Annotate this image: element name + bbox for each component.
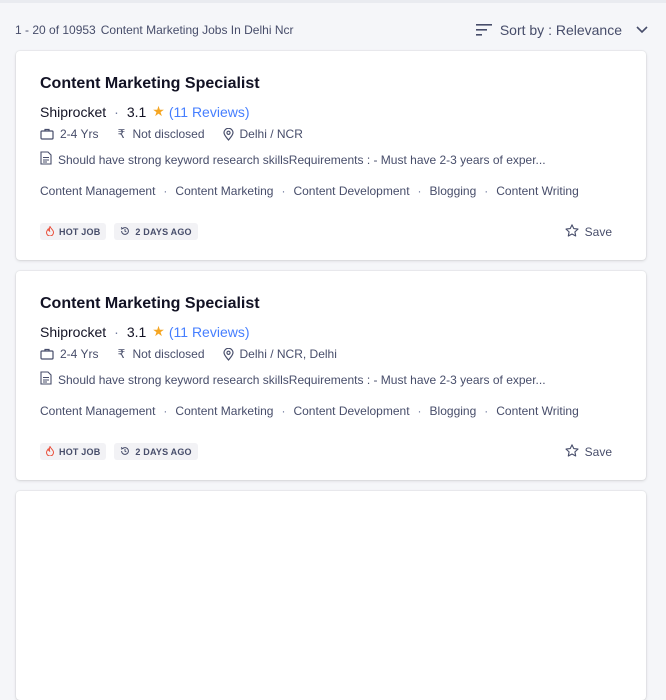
description-text: Should have strong keyword research skil… <box>58 152 546 167</box>
skill-tag: Content Marketing <box>175 184 274 198</box>
posted-label: 2 DAYS AGO <box>135 446 192 457</box>
skill-tag: Content Management <box>40 404 156 418</box>
separator-dot: · <box>114 103 119 120</box>
skill-tag: Content Management <box>40 184 156 198</box>
briefcase-icon <box>40 348 54 360</box>
skill-tags: Content Management · Content Marketing ·… <box>40 404 579 418</box>
posted-badge: 2 DAYS AGO <box>114 443 198 460</box>
tag-separator: · <box>163 184 168 198</box>
location: Delhi / NCR <box>222 127 303 141</box>
experience: 2-4 Yrs <box>40 127 98 141</box>
job-card[interactable] <box>16 491 646 700</box>
history-icon <box>120 226 130 238</box>
skill-tag: Blogging <box>429 184 477 198</box>
rupee-icon: ₹ <box>117 127 126 141</box>
company-rating: 3.1 <box>126 103 147 120</box>
document-icon <box>40 371 52 388</box>
hot-job-label: HOT JOB <box>59 226 101 237</box>
save-label: Save <box>584 225 612 239</box>
star-icon: ★ <box>152 323 165 339</box>
tag-separator: · <box>281 184 286 198</box>
flame-icon <box>45 224 55 238</box>
hot-job-badge: HOT JOB <box>40 223 107 240</box>
skill-tag: Content Development <box>293 184 410 198</box>
reviews-link[interactable]: (11 Reviews) <box>169 104 250 120</box>
star-icon: ★ <box>152 103 165 119</box>
company-name[interactable]: Shiprocket <box>40 104 106 120</box>
skill-tags: Content Management · Content Marketing ·… <box>40 184 579 198</box>
location-pin-icon <box>222 347 234 361</box>
company-row: Shiprocket · 3.1 ★ (11 Reviews) <box>40 103 250 120</box>
flame-icon <box>45 444 55 458</box>
job-title[interactable]: Content Marketing Specialist <box>40 75 260 93</box>
skill-tag: Content Marketing <box>175 404 274 418</box>
reviews-link[interactable]: (11 Reviews) <box>169 324 250 340</box>
company-name[interactable]: Shiprocket <box>40 324 106 340</box>
salary-value: Not disclosed <box>132 127 205 141</box>
sort-label: Sort by : Relevance <box>499 22 622 38</box>
job-title[interactable]: Content Marketing Specialist <box>40 295 260 313</box>
location-pin-icon <box>222 127 234 141</box>
job-card[interactable]: Content Marketing Specialist Shiprocket … <box>16 51 646 260</box>
results-query: Content Marketing Jobs In Delhi Ncr <box>100 23 294 37</box>
posted-badge: 2 DAYS AGO <box>114 223 198 240</box>
description-text: Should have strong keyword research skil… <box>58 372 546 387</box>
job-description: Should have strong keyword research skil… <box>40 151 546 168</box>
location: Delhi / NCR, Delhi <box>222 347 337 361</box>
sort-dropdown[interactable]: Sort by : Relevance <box>475 22 648 38</box>
document-icon <box>40 151 52 168</box>
briefcase-icon <box>40 128 54 140</box>
skill-tag: Content Development <box>293 404 410 418</box>
tag-separator: · <box>484 404 489 418</box>
job-card[interactable]: Content Marketing Specialist Shiprocket … <box>16 271 646 480</box>
job-badges: HOT JOB 2 DAYS AGO <box>40 443 198 460</box>
experience: 2-4 Yrs <box>40 347 98 361</box>
job-meta: 2-4 Yrs ₹ Not disclosed Delhi / NCR, Del… <box>40 347 355 361</box>
hot-job-badge: HOT JOB <box>40 443 107 460</box>
results-count: 1 - 20 of 10953 Content Marketing Jobs In… <box>15 23 293 37</box>
separator-dot: · <box>114 323 119 340</box>
chevron-down-icon <box>630 26 648 34</box>
company-row: Shiprocket · 3.1 ★ (11 Reviews) <box>40 323 250 340</box>
job-meta: 2-4 Yrs ₹ Not disclosed Delhi / NCR <box>40 127 321 141</box>
star-outline-icon <box>565 444 579 460</box>
location-value: Delhi / NCR, Delhi <box>239 347 337 361</box>
tag-separator: · <box>417 184 422 198</box>
skill-tag: Content Writing <box>496 404 579 418</box>
tag-separator: · <box>281 404 286 418</box>
job-badges: HOT JOB 2 DAYS AGO <box>40 223 198 240</box>
tag-separator: · <box>163 404 168 418</box>
sort-lines-icon <box>475 23 492 37</box>
top-divider <box>0 0 666 3</box>
save-job-button[interactable]: Save <box>565 224 612 240</box>
salary: ₹ Not disclosed <box>116 127 205 141</box>
tag-separator: · <box>417 404 422 418</box>
results-header: 1 - 20 of 10953 Content Marketing Jobs In… <box>15 18 655 48</box>
job-description: Should have strong keyword research skil… <box>40 371 546 388</box>
experience-value: 2-4 Yrs <box>60 347 99 361</box>
star-outline-icon <box>565 224 579 240</box>
salary-value: Not disclosed <box>132 347 205 361</box>
history-icon <box>120 446 130 458</box>
experience-value: 2-4 Yrs <box>60 127 99 141</box>
save-label: Save <box>584 445 612 459</box>
skill-tag: Blogging <box>429 404 477 418</box>
location-value: Delhi / NCR <box>239 127 303 141</box>
posted-label: 2 DAYS AGO <box>135 226 192 237</box>
company-rating: 3.1 <box>126 323 147 340</box>
salary: ₹ Not disclosed <box>116 347 205 361</box>
results-range: 1 - 20 of 10953 <box>15 23 96 37</box>
skill-tag: Content Writing <box>496 184 579 198</box>
save-job-button[interactable]: Save <box>565 444 612 460</box>
rupee-icon: ₹ <box>117 347 126 361</box>
hot-job-label: HOT JOB <box>59 446 101 457</box>
tag-separator: · <box>484 184 489 198</box>
